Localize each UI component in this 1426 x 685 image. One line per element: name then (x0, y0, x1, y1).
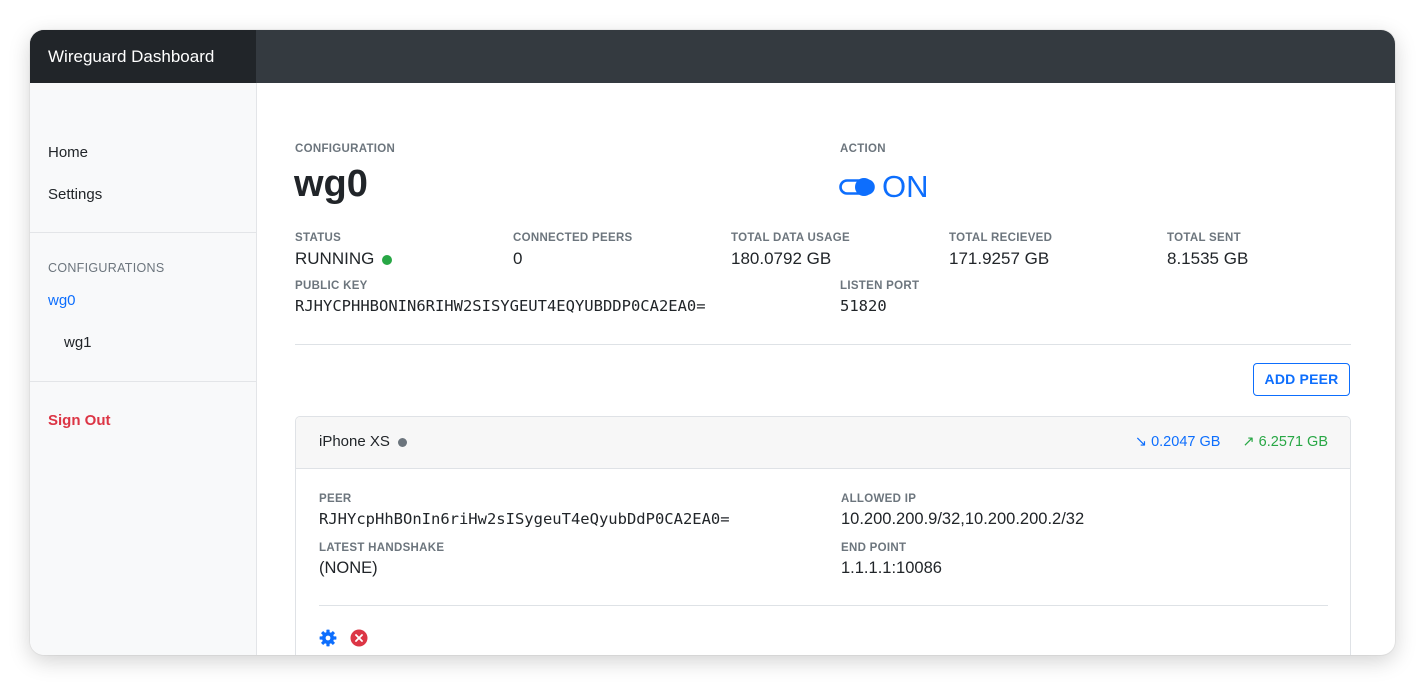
total-usage-value: 180.0792 GB (731, 249, 832, 268)
peer-delete-button[interactable] (350, 629, 368, 647)
listen-port-label: LISTEN PORT (840, 280, 920, 292)
status-value: RUNNING (295, 249, 393, 269)
peer-status-dot-icon (397, 437, 407, 447)
top-navbar: Wireguard Dashboard (30, 30, 1395, 83)
peer-download-value: 0.2047 GB (1151, 434, 1221, 450)
add-peer-button[interactable]: ADD PEER (1253, 363, 1350, 396)
app-window: Wireguard Dashboard Home Settings CONFIG… (30, 30, 1395, 655)
download-arrow-icon: ↘ (1134, 434, 1148, 450)
total-sent-label: TOTAL SENT (1167, 232, 1241, 244)
handshake-value: (NONE) (319, 559, 378, 577)
peer-upload-value: 6.2571 GB (1258, 434, 1328, 450)
delete-icon (350, 629, 368, 647)
endpoint-label: END POINT (841, 542, 907, 554)
sidebar-item-wg0[interactable]: wg0 (48, 292, 76, 309)
peer-settings-button[interactable] (319, 629, 337, 647)
peer-card-divider (319, 605, 1328, 606)
connected-peers-label: CONNECTED PEERS (513, 232, 633, 244)
public-key-value: RJHYCPHHBONIN6RIHW2SISYGEUT4EQYUBDDP0CA2… (295, 297, 706, 315)
configurations-heading: CONFIGURATIONS (48, 261, 165, 275)
peer-card-header: iPhone XS ↘ 0.2047 GB ↗ 6.2571 GB (296, 417, 1350, 469)
running-dot-icon (382, 254, 393, 265)
configuration-name: wg0 (294, 163, 368, 205)
sidebar-item-home[interactable]: Home (48, 144, 88, 161)
listen-port-value: 51820 (840, 297, 887, 315)
main-content: CONFIGURATION wg0 ACTION ON STATUS RUNNI… (257, 83, 1395, 655)
allowed-ip-label: ALLOWED IP (841, 493, 917, 505)
sidebar-item-settings[interactable]: Settings (48, 186, 102, 203)
peer-label: PEER (319, 493, 352, 505)
allowed-ip-value: 10.200.200.9/32,10.200.200.2/32 (841, 510, 1085, 528)
power-toggle[interactable]: ON (839, 169, 949, 205)
toggle-state-label: ON (882, 169, 929, 204)
total-sent-value: 8.1535 GB (1167, 249, 1249, 268)
sidebar-divider (30, 381, 256, 382)
peer-name: iPhone XS (319, 433, 407, 450)
total-usage-label: TOTAL DATA USAGE (731, 232, 850, 244)
upload-arrow-icon: ↗ (1242, 434, 1255, 450)
toggle-switch-icon (839, 178, 875, 196)
peer-key-value: RJHYcpHhBOnIn6riHw2sISygeuT4eQyubDdP0CA2… (319, 510, 730, 528)
total-received-value: 171.9257 GB (949, 249, 1050, 268)
total-received-label: TOTAL RECIEVED (949, 232, 1053, 244)
peer-name-text: iPhone XS (319, 433, 390, 450)
endpoint-value: 1.1.1.1:10086 (841, 559, 942, 577)
peer-card: iPhone XS ↘ 0.2047 GB ↗ 6.2571 GB PEER R… (295, 416, 1351, 655)
gear-icon (319, 629, 337, 647)
configuration-label: CONFIGURATION (295, 143, 396, 155)
connected-peers-value: 0 (513, 249, 523, 268)
handshake-label: LATEST HANDSHAKE (319, 542, 445, 554)
public-key-label: PUBLIC KEY (295, 280, 368, 292)
sidebar-divider (30, 232, 256, 233)
peer-transfer-stats: ↘ 0.2047 GB ↗ 6.2571 GB (1135, 434, 1328, 450)
action-label: ACTION (840, 143, 886, 155)
app-title[interactable]: Wireguard Dashboard (30, 30, 256, 83)
status-label: STATUS (295, 232, 342, 244)
sign-out-link[interactable]: Sign Out (48, 412, 111, 429)
section-divider (295, 344, 1351, 345)
status-text: RUNNING (295, 249, 375, 268)
sidebar-item-wg1[interactable]: wg1 (64, 334, 92, 351)
sidebar: Home Settings CONFIGURATIONS wg0 wg1 Sig… (30, 83, 257, 655)
